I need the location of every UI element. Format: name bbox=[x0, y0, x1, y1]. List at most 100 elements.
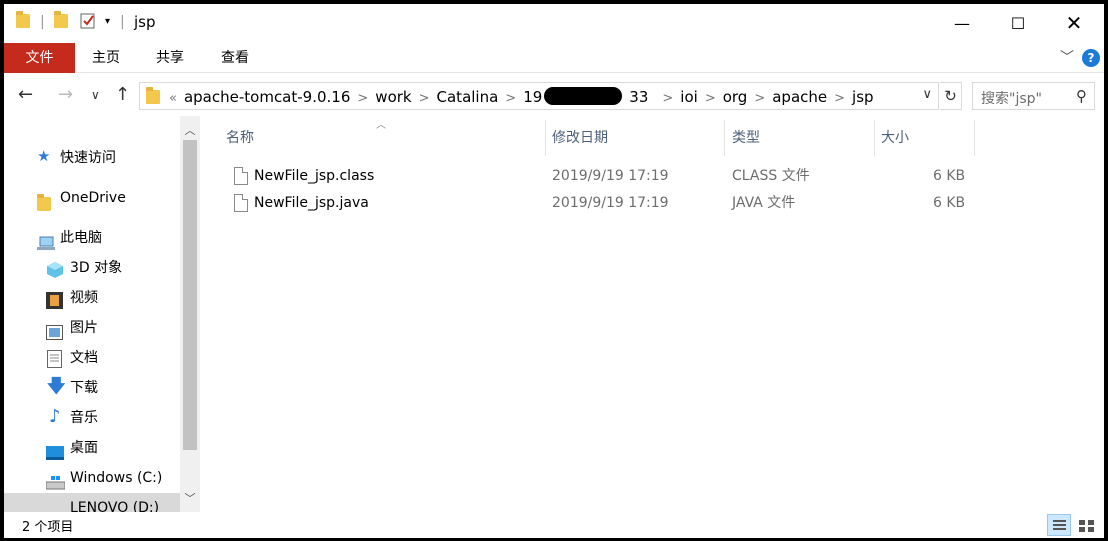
scroll-down-icon[interactable]: ﹀ bbox=[180, 490, 200, 506]
breadcrumb-item[interactable]: work bbox=[375, 88, 411, 106]
details-view-button[interactable] bbox=[1047, 514, 1071, 536]
file-type: JAVA 文件 bbox=[732, 195, 796, 211]
folder-icon bbox=[146, 87, 160, 104]
nav-label: 音乐 bbox=[70, 410, 98, 426]
tab-share[interactable]: 共享 bbox=[139, 43, 201, 73]
sort-ascending-icon: ︿ bbox=[376, 120, 386, 131]
navigation-pane: ★ 快速访问 OneDrive 此电脑 3D 对象 视频 图片 文档 🡇 下载 … bbox=[4, 116, 180, 512]
help-icon[interactable]: ? bbox=[1082, 49, 1100, 67]
file-modified: 2019/9/19 17:19 bbox=[552, 168, 669, 184]
breadcrumb-item[interactable]: Catalina bbox=[437, 88, 499, 106]
nav-item-desktop[interactable]: 桌面 bbox=[4, 433, 180, 463]
file-row[interactable]: NewFile_jsp.java 2019/9/19 17:19 JAVA 文件… bbox=[204, 190, 1104, 216]
star-icon: ★ bbox=[37, 147, 51, 165]
column-header-type[interactable]: 类型 bbox=[732, 116, 760, 152]
properties-folder-icon[interactable] bbox=[54, 11, 68, 34]
folder-icon bbox=[37, 192, 52, 211]
chevron-right-icon[interactable]: > bbox=[834, 91, 845, 106]
column-divider[interactable] bbox=[545, 120, 546, 156]
breadcrumb-item[interactable]: ioi bbox=[680, 88, 698, 106]
document-icon bbox=[47, 349, 62, 368]
column-header-modified[interactable]: 修改日期 bbox=[552, 116, 608, 152]
expand-ribbon-icon[interactable]: ﹀ bbox=[1060, 47, 1074, 67]
chevron-right-icon[interactable]: > bbox=[357, 91, 368, 106]
nav-label: 下载 bbox=[70, 380, 98, 396]
column-divider[interactable] bbox=[874, 120, 875, 156]
nav-item-3d-objects[interactable]: 3D 对象 bbox=[4, 253, 180, 283]
column-divider[interactable] bbox=[974, 120, 975, 156]
column-header-name[interactable]: 名称 bbox=[226, 116, 254, 152]
nav-item-music[interactable]: ♪ 音乐 bbox=[4, 403, 180, 433]
search-input[interactable]: 搜索"jsp" bbox=[981, 88, 1042, 108]
nav-item-pictures[interactable]: 图片 bbox=[4, 313, 180, 343]
checkbox-icon[interactable] bbox=[80, 12, 96, 32]
file-row[interactable]: NewFile_jsp.class 2019/9/19 17:19 CLASS … bbox=[204, 163, 1104, 189]
chevron-right-icon[interactable]: > bbox=[419, 91, 430, 106]
nav-item-onedrive[interactable]: OneDrive bbox=[4, 183, 180, 213]
refresh-button[interactable]: ↻ bbox=[940, 82, 962, 110]
ribbon-tabs: 文件 主页 共享 查看 ﹀ ? bbox=[4, 43, 1104, 73]
nav-label: 快速访问 bbox=[60, 150, 116, 166]
cube-icon bbox=[46, 260, 63, 278]
nav-label: 视频 bbox=[70, 290, 98, 306]
nav-scrollbar[interactable]: ︿ ﹀ bbox=[180, 116, 200, 512]
large-icons-view-button[interactable] bbox=[1074, 514, 1098, 536]
nav-item-quick-access[interactable]: ★ 快速访问 bbox=[4, 143, 180, 173]
divider: | bbox=[40, 14, 45, 30]
chevron-right-icon[interactable]: > bbox=[705, 91, 716, 106]
close-button[interactable]: ✕ bbox=[1046, 4, 1102, 43]
drive-icon bbox=[45, 471, 66, 490]
up-button[interactable]: ↑ bbox=[115, 84, 130, 105]
maximize-button[interactable]: ☐ bbox=[990, 4, 1046, 43]
column-header-size[interactable]: 大小 bbox=[881, 116, 909, 152]
file-icon bbox=[234, 167, 248, 185]
nav-label: 文档 bbox=[70, 350, 98, 366]
explorer-window: | ▾ | jsp — ☐ ✕ 文件 主页 共享 查看 ﹀ ? ← → ∨ ↑ … bbox=[4, 4, 1104, 538]
recent-locations-button[interactable]: ∨ bbox=[91, 88, 100, 102]
divider: | bbox=[120, 14, 125, 30]
nav-label: 3D 对象 bbox=[70, 260, 123, 276]
forward-button[interactable]: → bbox=[58, 84, 73, 105]
address-row: ← → ∨ ↑ « apache-tomcat-9.0.16 > work > Catal… bbox=[4, 74, 1104, 116]
tab-file[interactable]: 文件 bbox=[4, 43, 75, 73]
breadcrumb-item[interactable]: 19 33 bbox=[523, 87, 655, 106]
breadcrumb-item[interactable]: org bbox=[723, 88, 748, 106]
chevron-right-icon[interactable]: > bbox=[505, 91, 516, 106]
window-title: jsp bbox=[134, 13, 156, 31]
scrollbar-thumb[interactable] bbox=[183, 140, 197, 450]
search-icon: ⚲ bbox=[1076, 87, 1087, 105]
minimize-button[interactable]: — bbox=[934, 4, 990, 43]
column-divider[interactable] bbox=[724, 120, 725, 156]
customize-qat-icon[interactable]: ▾ bbox=[105, 16, 110, 36]
nav-label: 此电脑 bbox=[60, 230, 102, 246]
nav-item-this-pc[interactable]: 此电脑 bbox=[4, 223, 180, 253]
tab-view[interactable]: 查看 bbox=[204, 43, 266, 73]
file-size: 6 KB bbox=[933, 195, 966, 211]
file-icon bbox=[234, 194, 248, 212]
nav-item-documents[interactable]: 文档 bbox=[4, 343, 180, 373]
nav-item-drive-d[interactable]: LENOVO (D:) bbox=[4, 493, 180, 512]
breadcrumb-item[interactable]: jsp bbox=[852, 88, 874, 106]
nav-label: 图片 bbox=[70, 320, 98, 336]
file-type: CLASS 文件 bbox=[732, 168, 810, 184]
address-bar[interactable]: « apache-tomcat-9.0.16 > work > Catalina >19 33… bbox=[139, 82, 939, 110]
music-icon: ♪ bbox=[49, 406, 61, 427]
tab-home[interactable]: 主页 bbox=[75, 43, 137, 73]
title-bar: | ▾ | jsp — ☐ ✕ bbox=[4, 4, 1104, 43]
scroll-up-icon[interactable]: ︿ bbox=[180, 122, 200, 138]
overflow-chevron[interactable]: « bbox=[169, 91, 177, 106]
breadcrumb-item[interactable]: apache-tomcat-9.0.16 bbox=[184, 88, 350, 106]
chevron-right-icon[interactable]: > bbox=[662, 91, 673, 106]
breadcrumb-text: 19 bbox=[523, 88, 543, 106]
breadcrumb-item[interactable]: apache bbox=[772, 88, 827, 106]
file-size: 6 KB bbox=[933, 168, 966, 184]
nav-item-drive-c[interactable]: Windows (C:) bbox=[4, 463, 180, 493]
download-icon: 🡇 bbox=[47, 376, 66, 397]
file-name: NewFile_jsp.class bbox=[254, 168, 375, 184]
nav-item-downloads[interactable]: 🡇 下载 bbox=[4, 373, 180, 403]
back-button[interactable]: ← bbox=[18, 84, 33, 105]
search-box[interactable]: 搜索"jsp" ⚲ bbox=[972, 82, 1095, 110]
chevron-right-icon[interactable]: > bbox=[754, 91, 765, 106]
address-dropdown-icon[interactable]: ∨ bbox=[922, 87, 932, 102]
nav-item-videos[interactable]: 视频 bbox=[4, 283, 180, 313]
